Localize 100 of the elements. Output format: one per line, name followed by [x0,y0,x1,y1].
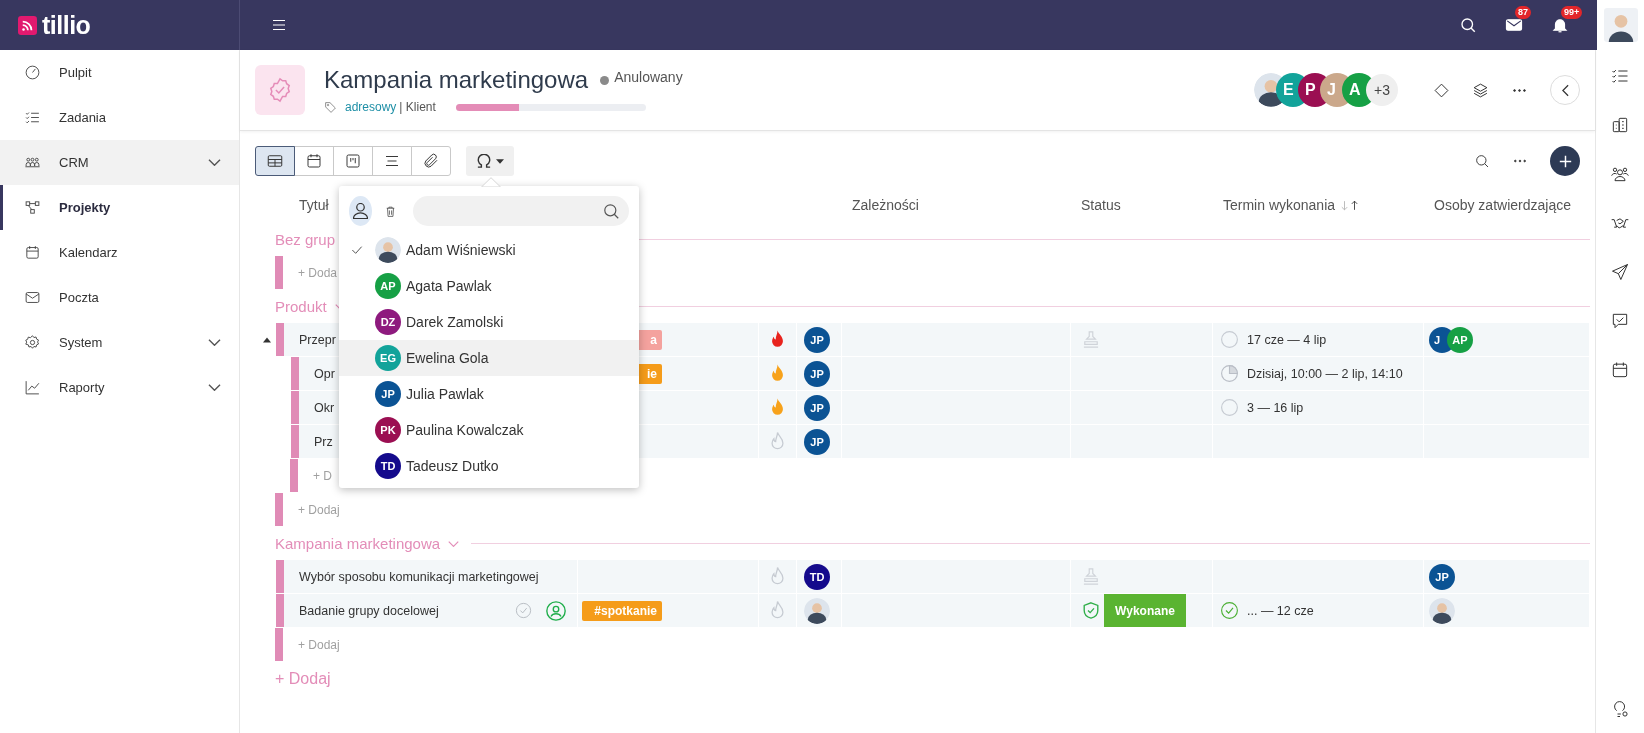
task-title[interactable]: Badanie grupy docelowej [299,603,439,618]
avatar: TD [375,453,401,479]
sidebar-item[interactable]: Zadania [0,95,239,140]
search-icon[interactable] [1459,16,1477,34]
back-button[interactable] [1550,75,1580,105]
status-dot [600,75,610,85]
files-view-button[interactable] [411,146,451,176]
layers-icon[interactable] [1472,81,1489,99]
avatar: JP [375,381,401,407]
sidebar-item[interactable]: Poczta [0,275,239,320]
project-title: Kampania marketingowa [324,66,589,94]
tag: #spotkanie [582,600,662,621]
column-header[interactable]: Zależności [852,197,919,213]
column-header[interactable]: Tytuł [299,197,329,213]
paper-plane-icon[interactable] [1610,262,1630,282]
person-icon [353,203,368,219]
avatar: EG [375,345,401,371]
person-option[interactable]: PK Paulina Kowalczak [339,412,639,448]
tag-icon [324,100,337,114]
calendar-icon [305,152,323,170]
person-filter-button[interactable] [349,196,372,226]
logo-icon [18,15,37,35]
horseshoe-icon [476,154,491,168]
sidebar-item[interactable]: Raporty [0,365,239,410]
bell-icon[interactable] [1551,16,1569,34]
add-button[interactable] [1550,146,1580,176]
calendar-icon[interactable] [1610,360,1630,380]
person-option[interactable]: Adam Wiśniewski [339,232,639,268]
task-title[interactable]: Prz [314,434,333,449]
envelope-icon [24,289,41,306]
people-filter-button[interactable] [466,146,514,176]
avatar: PK [375,417,401,443]
settings-icon [24,334,41,351]
building-icon[interactable] [1610,115,1630,135]
due-date: Dzisiaj, 10:00 — 2 lip, 14:10 [1247,366,1403,381]
line-chart-icon [24,379,41,396]
avatar: DZ [375,309,401,335]
calendar-view-button[interactable] [294,146,334,176]
sort-icon[interactable] [1338,198,1359,212]
avatar [375,237,401,263]
avatar: JP [1429,563,1455,590]
shield-check-icon[interactable] [1083,602,1099,619]
table-view-button[interactable] [255,146,295,176]
due-date: 17 cze — 4 lip [1247,332,1327,347]
check-circle-icon[interactable] [514,601,533,620]
task-title[interactable]: Przepr [299,332,336,347]
person-circle-icon[interactable] [545,599,567,622]
calendar-icon [24,244,41,261]
column-header[interactable]: Termin wykonania [1223,197,1336,213]
envelope-icon[interactable] [1505,16,1523,34]
due-date: 3 — 16 lip [1247,400,1304,415]
sidebar-item[interactable]: Pulpit [0,50,239,95]
count-badge: 87 [1515,6,1531,19]
plus-icon [1558,154,1572,168]
avatar: AP [375,273,401,299]
avatar: JP [804,360,830,387]
user-avatar[interactable] [1603,8,1638,42]
more-members[interactable]: +3 [1366,74,1398,106]
column-header[interactable]: Status [1081,197,1121,213]
avatar [804,597,830,624]
logo: tillio [42,10,91,40]
avatar: JP [804,326,830,353]
gauge-icon [24,64,41,81]
task-title[interactable]: Opr [314,366,335,381]
sidebar-item[interactable]: Projekty [0,185,239,230]
search-field[interactable] [413,196,629,226]
sidebar-item[interactable]: Kalendarz [0,230,239,275]
person-option[interactable]: TD Tadeusz Dutko [339,448,639,484]
kanban-icon [344,152,362,170]
avatar: TD [804,563,830,590]
search-icon[interactable] [1474,153,1490,169]
project-status: Anulowany [614,69,683,85]
sidebar-item[interactable]: CRM [0,140,239,185]
column-header[interactable]: Osoby zatwierdzające [1434,197,1571,213]
due-date: ... — 12 cze [1247,603,1314,618]
chat-check-icon[interactable] [1610,311,1630,331]
color-bar [276,323,284,356]
count-badge: 99+ [1561,6,1583,19]
chevron-left-icon [1561,83,1569,97]
check-circle-icon[interactable] [1221,602,1238,619]
task-title[interactable]: Wybór sposobu komunikacji marketingowej [299,569,539,584]
paperclip-icon [422,152,440,170]
nodes-icon [24,199,41,216]
task-title[interactable]: Okr [314,400,335,415]
search-icon [604,203,619,219]
diamond-icon[interactable] [1433,81,1450,99]
person-option[interactable]: EG Ewelina Gola [339,340,639,376]
avatar [1429,597,1455,624]
avatar: AP [1447,326,1473,353]
sidebar-item[interactable]: System [0,320,239,365]
client-label: | Klient [399,100,436,114]
person-option[interactable]: AP Agata Pawlak [339,268,639,304]
color-bar [275,256,283,289]
color-bar [275,493,283,526]
list-view-button[interactable] [372,146,412,176]
avatar: JP [804,428,830,455]
tag-link[interactable]: adresowy [345,100,397,114]
project-icon [255,65,305,115]
flame-icon[interactable] [771,330,784,349]
caret-down-icon [495,158,504,164]
